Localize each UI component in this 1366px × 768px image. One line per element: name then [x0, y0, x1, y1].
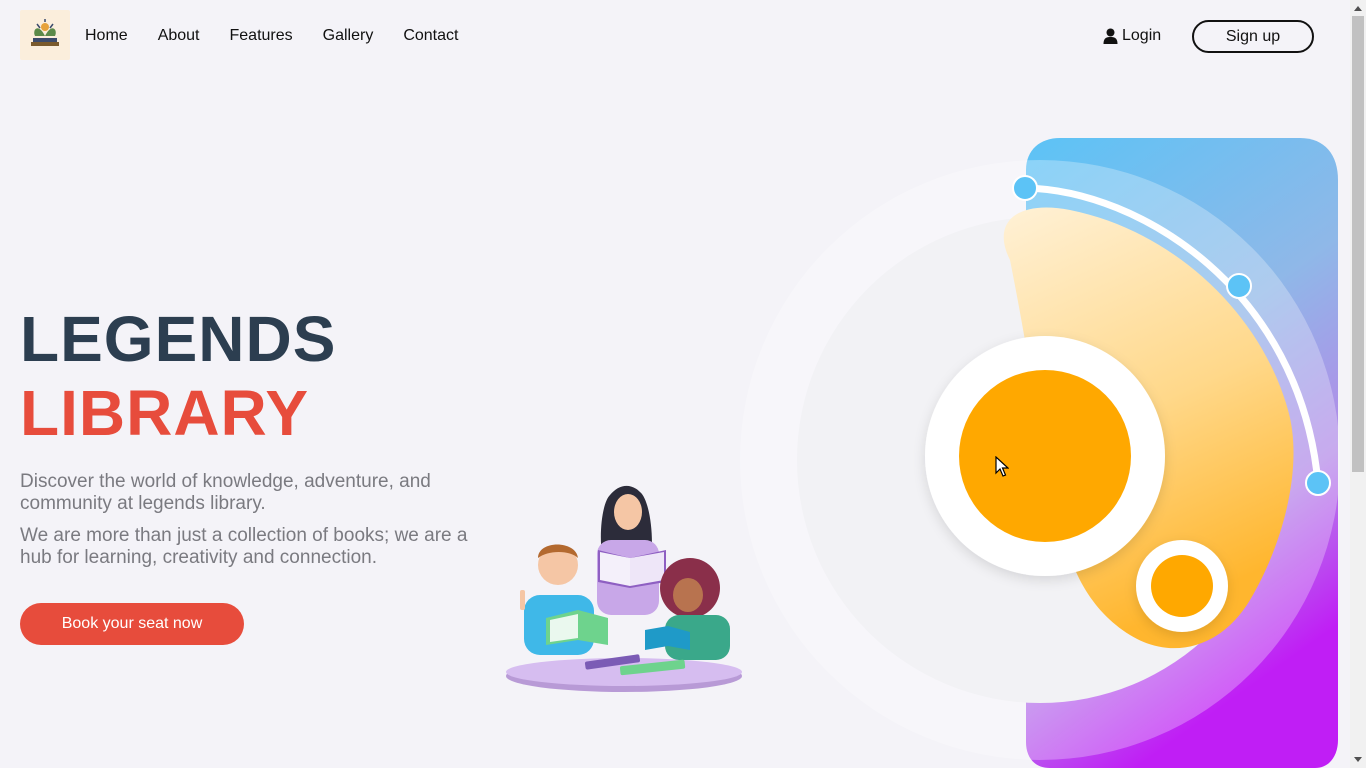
- hero-title-line2: LIBRARY: [20, 377, 310, 449]
- nav-link-contact[interactable]: Contact: [403, 27, 458, 45]
- login-link[interactable]: Login: [1103, 27, 1161, 45]
- nav-link-home[interactable]: Home: [85, 27, 128, 45]
- signup-button[interactable]: Sign up: [1192, 20, 1314, 53]
- hero-title-line1: LEGENDS: [20, 303, 337, 375]
- book-seat-button[interactable]: Book your seat now: [20, 603, 244, 645]
- hero-paragraph-1: Discover the world of knowledge, adventu…: [20, 471, 431, 514]
- hero-paragraph-2: We are more than just a collection of bo…: [20, 525, 468, 568]
- library-logo-icon[interactable]: [20, 10, 70, 60]
- user-icon: [1103, 28, 1118, 44]
- navbar: Home About Features Gallery Contact Logi…: [0, 0, 1350, 72]
- scroll-up-arrow-icon[interactable]: [1350, 0, 1366, 16]
- login-label: Login: [1122, 27, 1162, 44]
- vertical-scrollbar[interactable]: [1350, 0, 1366, 768]
- nav-link-gallery[interactable]: Gallery: [323, 27, 374, 45]
- scrollbar-thumb[interactable]: [1352, 16, 1364, 472]
- scroll-down-arrow-icon[interactable]: [1350, 752, 1366, 768]
- nav-link-about[interactable]: About: [158, 27, 200, 45]
- nav-link-features[interactable]: Features: [230, 27, 293, 45]
- decorative-circles-art: [740, 138, 1340, 768]
- reading-people-illustration: [506, 485, 742, 692]
- nav-links: Home About Features Gallery Contact: [85, 27, 488, 45]
- mouse-cursor-icon: [995, 456, 1009, 477]
